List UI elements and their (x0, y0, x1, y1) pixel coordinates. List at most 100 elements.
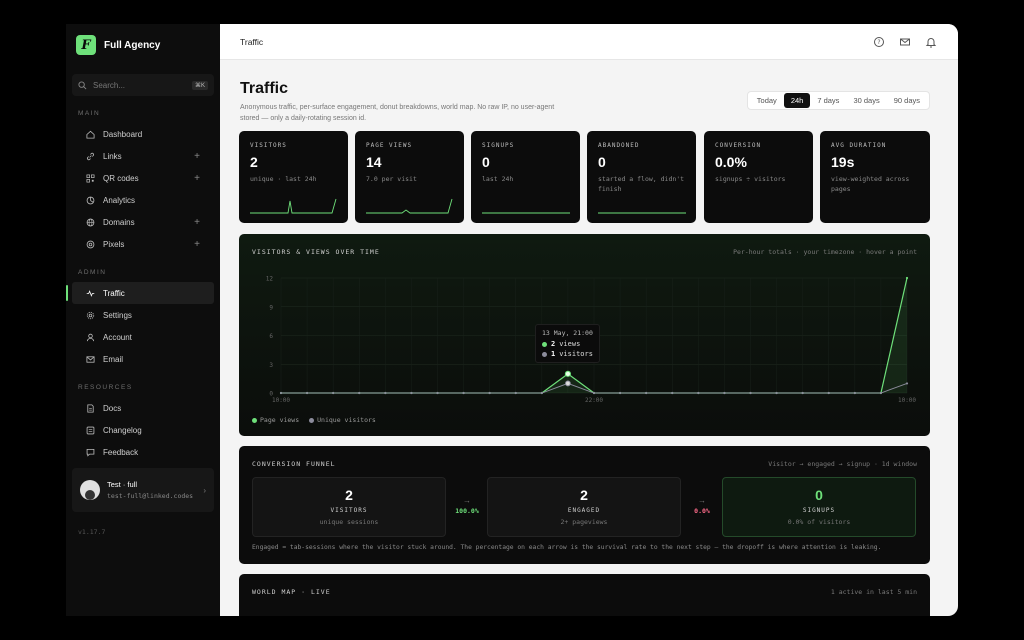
sidebar-item-settings[interactable]: Settings (72, 304, 214, 326)
chat-icon (86, 448, 95, 457)
search-input[interactable]: Search... ⌘K (72, 74, 214, 96)
legend-label: Page views (260, 416, 300, 424)
sidebar-item-qr-codes[interactable]: QR codes + (72, 167, 214, 189)
sidebar-item-feedback[interactable]: Feedback (72, 441, 214, 463)
data-point (436, 391, 439, 395)
breadcrumb: Traffic (240, 36, 264, 47)
data-point (384, 391, 387, 395)
sidebar-item-label: Analytics (103, 195, 136, 205)
range-24h[interactable]: 24h (783, 93, 811, 108)
sidebar-item-label: Dashboard (103, 129, 143, 139)
stat-card-page-views: PAGE VIEWS 14 7.0 per visit (355, 131, 464, 223)
data-point (827, 391, 830, 395)
tooltip-visitors-value: 1 (551, 350, 556, 358)
sidebar-item-pixels[interactable]: Pixels + (72, 233, 214, 255)
gear-icon (86, 311, 95, 319)
legend-item-page-views[interactable]: Page views (252, 416, 299, 424)
add-qr-button[interactable]: + (194, 173, 200, 184)
visitors-dot-icon (542, 351, 547, 357)
visitors-views-chart-card: VISITORS & VIEWS OVER TIME Per-hour tota… (239, 234, 930, 436)
data-point (723, 391, 726, 395)
user-name: Test · full (107, 480, 138, 489)
app-version: v1.17.7 (78, 528, 106, 536)
qr-icon (86, 174, 95, 182)
mail-icon (86, 355, 95, 363)
section-label-resources: RESOURCES (78, 384, 133, 391)
y-tick-label: 3 (269, 362, 273, 369)
stat-sub: signups ÷ visitors (715, 175, 786, 183)
data-point (645, 391, 648, 395)
step-label: SIGNUPS (802, 507, 836, 514)
sidebar-item-label: Settings (103, 310, 132, 320)
sidebar-item-links[interactable]: Links + (72, 145, 214, 167)
sidebar-item-label: Account (103, 332, 132, 342)
legend-dot-icon (309, 417, 315, 423)
legend-dot-icon (252, 417, 257, 423)
range-30-days[interactable]: 30 days (846, 93, 886, 108)
user-icon (86, 333, 95, 341)
sidebar-item-label: Feedback (103, 447, 139, 457)
sidebar-item-dashboard[interactable]: Dashboard (72, 123, 214, 145)
bell-icon[interactable] (924, 35, 938, 49)
legend-item-unique-visitors[interactable]: Unique visitors (309, 416, 376, 424)
stat-label: CONVERSION (715, 142, 762, 149)
sidebar-item-analytics[interactable]: Analytics (72, 189, 214, 211)
range-today[interactable]: Today (750, 93, 784, 108)
svg-text:?: ? (877, 39, 880, 46)
stat-sub: 7.0 per visit (366, 175, 417, 183)
search-icon (78, 80, 87, 89)
sidebar-item-docs[interactable]: Docs (72, 397, 214, 419)
stat-card-conversion: CONVERSION 0.0% signups ÷ visitors (704, 131, 813, 223)
sidebar-item-label: Domains (103, 217, 135, 227)
range-90-days[interactable]: 90 days (887, 93, 927, 108)
mail-icon[interactable] (898, 35, 912, 49)
sparkline (598, 212, 686, 214)
funnel-note: Visitor → engaged → signup · 1d window (768, 460, 917, 468)
sidebar-item-label: QR codes (103, 173, 139, 183)
topbar: Traffic ? (220, 24, 958, 60)
funnel-step-signups: 0 SIGNUPS 0.0% of visitors (722, 477, 916, 537)
page-subtitle: Anonymous traffic, per-surface engagemen… (240, 104, 555, 122)
user-card[interactable]: Test · full test-full@linked.codes › (72, 468, 214, 512)
stat-sub: view-weighted across pages (831, 175, 910, 193)
sidebar-item-domains[interactable]: Domains + (72, 211, 214, 233)
search-placeholder: Search... (93, 80, 126, 90)
data-point (879, 391, 883, 395)
sidebar-item-traffic[interactable]: Traffic (66, 282, 214, 304)
step-sub: unique sessions (319, 518, 379, 526)
home-icon (86, 130, 95, 139)
tooltip-title: 13 May, 21:00 (542, 329, 593, 337)
y-tick-label: 12 (266, 276, 274, 283)
funnel-survival-pct: 100.0% (455, 507, 479, 515)
range-7-days[interactable]: 7 days (810, 93, 846, 108)
data-point (279, 391, 283, 395)
funnel-title: CONVERSION FUNNEL (252, 460, 336, 468)
stat-label: VISITORS (250, 142, 287, 149)
stat-label: AVG DURATION (831, 142, 887, 149)
sidebar-item-changelog[interactable]: Changelog (72, 419, 214, 441)
user-email: test-full@linked.codes (107, 492, 194, 500)
tooltip-visitors-label: visitors (559, 350, 593, 358)
data-point (488, 391, 491, 395)
arrow-right-icon: → (698, 496, 706, 505)
sidebar-item-email[interactable]: Email (72, 348, 214, 370)
sidebar-item-account[interactable]: Account (72, 326, 214, 348)
data-point (775, 391, 778, 395)
tooltip-views-label: views (559, 340, 581, 348)
funnel-step-engaged: 2 ENGAGED 2+ pageviews (487, 477, 681, 537)
sidebar: F Full Agency Search... ⌘K MAIN Dashboar… (66, 24, 220, 616)
sparkline (482, 212, 570, 214)
y-tick-label: 9 (269, 304, 273, 311)
data-point (462, 391, 465, 395)
add-domain-button[interactable]: + (194, 217, 200, 228)
page-title: Traffic (240, 80, 289, 97)
section-label-admin: ADMIN (78, 269, 107, 276)
funnel-step-visitors: 2 VISITORS unique sessions (252, 477, 446, 537)
add-pixel-button[interactable]: + (194, 239, 200, 250)
hover-point (565, 380, 571, 387)
step-value: 0 (815, 487, 823, 503)
help-icon[interactable]: ? (872, 35, 886, 49)
add-link-button[interactable]: + (194, 151, 200, 162)
brand[interactable]: F Full Agency (66, 24, 220, 66)
stat-value: 0 (482, 154, 490, 170)
